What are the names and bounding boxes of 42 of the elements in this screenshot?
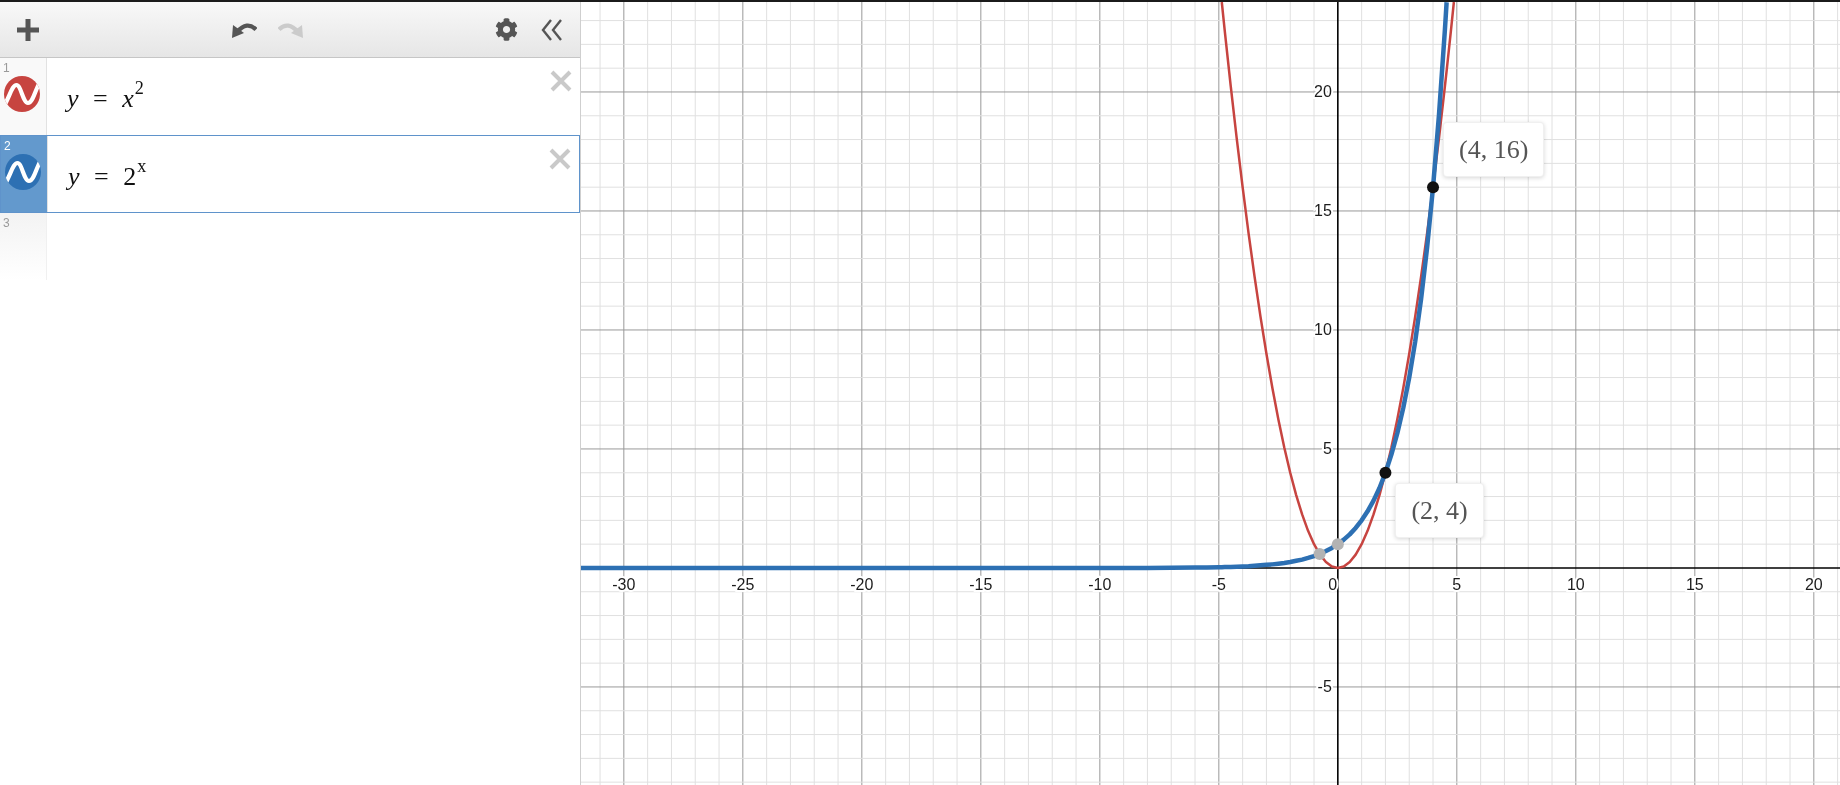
- row-number: 2: [4, 139, 11, 153]
- graph-point[interactable]: [1427, 181, 1440, 194]
- axis-tick-label: -20: [850, 576, 874, 594]
- expression-field[interactable]: y = 2$^{x}$: [48, 136, 549, 212]
- axis-tick-label: -10: [1088, 576, 1112, 594]
- axis-tick-label: -5: [1211, 576, 1226, 594]
- point-tooltip: (2, 4): [1395, 482, 1484, 538]
- axis-tick-label: 20: [1804, 576, 1823, 594]
- undo-icon: [231, 21, 257, 38]
- add-button[interactable]: [17, 18, 39, 41]
- axis-tick-label: 5: [1322, 440, 1332, 458]
- graph-point[interactable]: [1379, 466, 1392, 479]
- axis-tick-label: 10: [1566, 576, 1585, 594]
- axis-tick-label: 15: [1314, 202, 1332, 220]
- expression-row[interactable]: 1 y = x$^{2}$: [0, 58, 580, 136]
- intersection-point[interactable]: [1331, 538, 1344, 551]
- axis-tick-label: -25: [731, 576, 755, 594]
- undo-button[interactable]: [231, 21, 257, 38]
- settings-button[interactable]: [495, 18, 518, 41]
- close-icon: [549, 148, 571, 170]
- row-number: 3: [3, 216, 10, 230]
- axis-tick-label: 5: [1452, 576, 1462, 594]
- axis-tick-label: -15: [969, 576, 993, 594]
- double-chevron-icon: [541, 18, 562, 41]
- plus-icon: [17, 18, 39, 41]
- sine-wave-icon[interactable]: [5, 154, 41, 190]
- collapse-button[interactable]: [541, 18, 562, 41]
- point-tooltip: (4, 16): [1443, 122, 1545, 178]
- row-number: 1: [3, 61, 10, 75]
- axis-tick-label: -30: [612, 576, 636, 594]
- axis-tick-label: 0: [1328, 576, 1338, 594]
- axis-tick-label: 10: [1314, 321, 1332, 339]
- intersection-point[interactable]: [1313, 548, 1326, 561]
- redo-icon: [277, 21, 303, 38]
- axis-tick-label: 20: [1314, 83, 1332, 101]
- sine-wave-icon[interactable]: [4, 76, 40, 112]
- axis-tick-label: -5: [1317, 678, 1332, 696]
- axis-tick-label: 15: [1685, 576, 1704, 594]
- expression-field[interactable]: y = x$^{2}$: [47, 58, 550, 135]
- settings-icon: [495, 18, 518, 41]
- expression-row[interactable]: 2 y = 2$^{x}$: [0, 135, 580, 213]
- close-icon: [550, 70, 572, 92]
